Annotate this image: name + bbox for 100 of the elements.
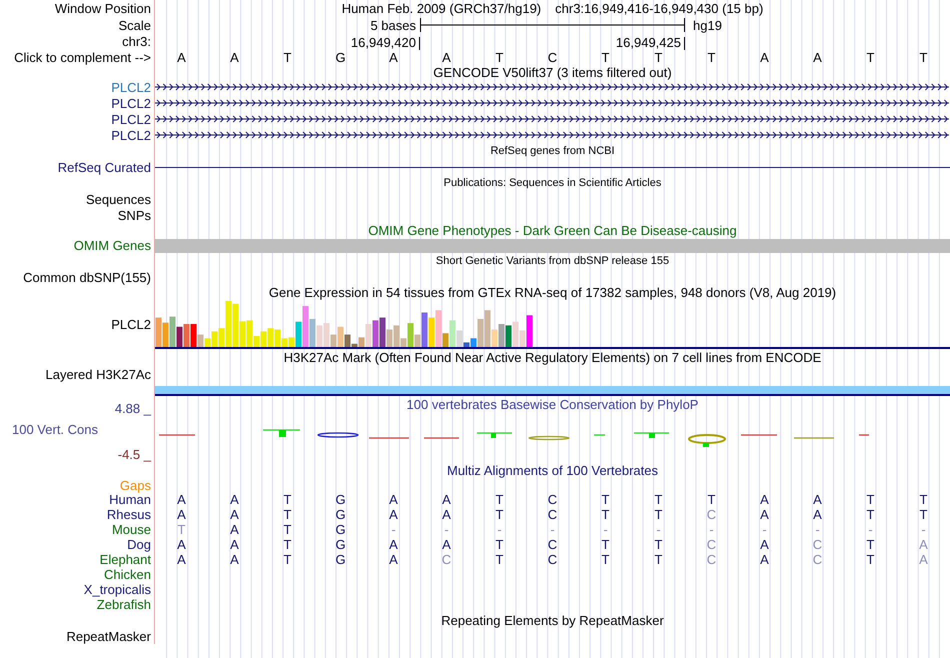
aligned-base: - (655, 523, 662, 536)
track-label[interactable]: RefSeq Curated (58, 160, 151, 174)
aligned-base: T (282, 493, 292, 506)
aligned-base: T (654, 508, 664, 521)
track-label[interactable]: PLCL2 (111, 128, 151, 142)
base-letter[interactable]: T (897, 51, 950, 64)
track-label[interactable]: Elephant (100, 553, 151, 566)
track-label[interactable]: Common dbSNP(155) (23, 270, 151, 284)
track-title: GENCODE V50lift37 (3 items filtered out) (433, 66, 672, 78)
aligned-base: T (600, 538, 610, 551)
track-label[interactable]: PLCL2 (111, 112, 151, 126)
aligned-base: A (759, 538, 770, 551)
base-letter[interactable]: C (526, 51, 579, 64)
base-letter[interactable]: A (738, 51, 791, 64)
track-label[interactable]: Human (109, 493, 151, 506)
base-letter[interactable]: T (579, 51, 632, 64)
axis-min-label: -4.5 _ (118, 448, 151, 461)
track-title: RefSeq genes from NCBI (490, 146, 615, 156)
aligned-base: A (176, 538, 187, 551)
track-label[interactable]: Rhesus (106, 508, 151, 521)
track-label[interactable]: RepeatMasker (66, 630, 151, 642)
aligned-base: T (866, 508, 876, 521)
aligned-base: T (282, 523, 292, 536)
aligned-base: G (334, 523, 347, 536)
aligned-base: A (759, 508, 770, 521)
track-label[interactable]: Zebrafish (96, 598, 151, 611)
aligned-base: G (334, 538, 347, 551)
base-letter[interactable]: T (632, 51, 685, 64)
aligned-base: C (546, 553, 558, 566)
track-label[interactable]: chr3: (122, 35, 151, 48)
ruler-position: 16,949,425 (616, 36, 682, 50)
base-letter[interactable]: T (685, 51, 738, 64)
base-letter[interactable]: A (155, 51, 208, 64)
aligned-base: C (706, 553, 718, 566)
aligned-base: A (441, 508, 452, 521)
track-label[interactable]: Click to complement --> (14, 51, 151, 64)
aligned-base: A (229, 508, 240, 521)
base-letter[interactable]: A (791, 51, 844, 64)
aligned-base: - (814, 523, 821, 536)
aligned-base: C (440, 553, 452, 566)
track-title: Publications: Sequences in Scientific Articles (444, 178, 662, 188)
aligned-base: A (388, 538, 399, 551)
track-label[interactable]: Window Position (54, 2, 151, 15)
aligned-base: A (759, 553, 770, 566)
aligned-base: - (496, 523, 503, 536)
aligned-base: A (918, 553, 929, 566)
base-letter[interactable]: G (314, 51, 367, 64)
aligned-base: A (918, 538, 929, 551)
aligned-base: T (918, 508, 928, 521)
aligned-base: T (494, 508, 504, 521)
axis-max-label: 4.88 _ (114, 402, 151, 415)
base-letter[interactable]: T (261, 51, 314, 64)
track-label[interactable]: OMIM Genes (74, 239, 151, 252)
track-title: 100 vertebrates Basewise Conservation by PhyloP (406, 398, 698, 410)
aligned-base: T (600, 493, 610, 506)
track-label[interactable]: 100 Vert. Cons (0, 423, 151, 436)
aligned-base: C (546, 508, 558, 521)
aligned-base: A (229, 553, 240, 566)
scale-assembly-text: hg19 (692, 18, 723, 32)
aligned-base: - (443, 523, 450, 536)
aligned-base: A (759, 493, 770, 506)
track-label[interactable]: PLCL2 (111, 96, 151, 110)
aligned-base: C (706, 508, 718, 521)
track-label[interactable]: X_tropicalis (84, 583, 151, 596)
aligned-base: G (334, 553, 347, 566)
aligned-base: T (866, 538, 876, 551)
track-label[interactable]: Chicken (104, 568, 151, 581)
aligned-base: T (282, 508, 292, 521)
aligned-base: A (441, 538, 452, 551)
track-label[interactable]: Layered H3K27Ac (45, 368, 151, 396)
aligned-base: T (918, 493, 928, 506)
aligned-base: T (282, 553, 292, 566)
aligned-base: - (761, 523, 768, 536)
aligned-base: T (654, 493, 664, 506)
aligned-base: A (176, 493, 187, 506)
aligned-base: T (654, 553, 664, 566)
aligned-base: A (812, 493, 823, 506)
aligned-base: A (441, 493, 452, 506)
track-label[interactable]: Mouse (112, 523, 151, 536)
aligned-base: - (708, 523, 715, 536)
base-letter[interactable]: A (208, 51, 261, 64)
track-title: Multiz Alignments of 100 Vertebrates (446, 464, 658, 477)
track-label[interactable]: PLCL2 (111, 318, 151, 331)
aligned-base: A (388, 553, 399, 566)
base-letter[interactable]: T (473, 51, 526, 64)
track-label[interactable]: SNPs (118, 208, 151, 222)
base-letter[interactable]: T (844, 51, 897, 64)
base-letter[interactable]: A (367, 51, 420, 64)
track-title: Short Genetic Variants from dbSNP release 155 (436, 256, 670, 266)
aligned-base: - (549, 523, 556, 536)
track-title: Repeating Elements by RepeatMasker (441, 614, 664, 626)
track-label[interactable]: Scale (118, 18, 151, 32)
track-title: H3K27Ac Mark (Often Found Near Active Regulatory Elements) on 7 cell lines from ENCODE (284, 351, 822, 364)
aligned-base: C (812, 553, 824, 566)
track-label[interactable]: Sequences (86, 192, 151, 206)
track-label[interactable]: PLCL2 (111, 80, 151, 94)
base-letter[interactable]: A (420, 51, 473, 64)
track-label[interactable]: Dog (127, 538, 151, 551)
gene-line[interactable] (155, 166, 950, 168)
aligned-base: T (866, 493, 876, 506)
